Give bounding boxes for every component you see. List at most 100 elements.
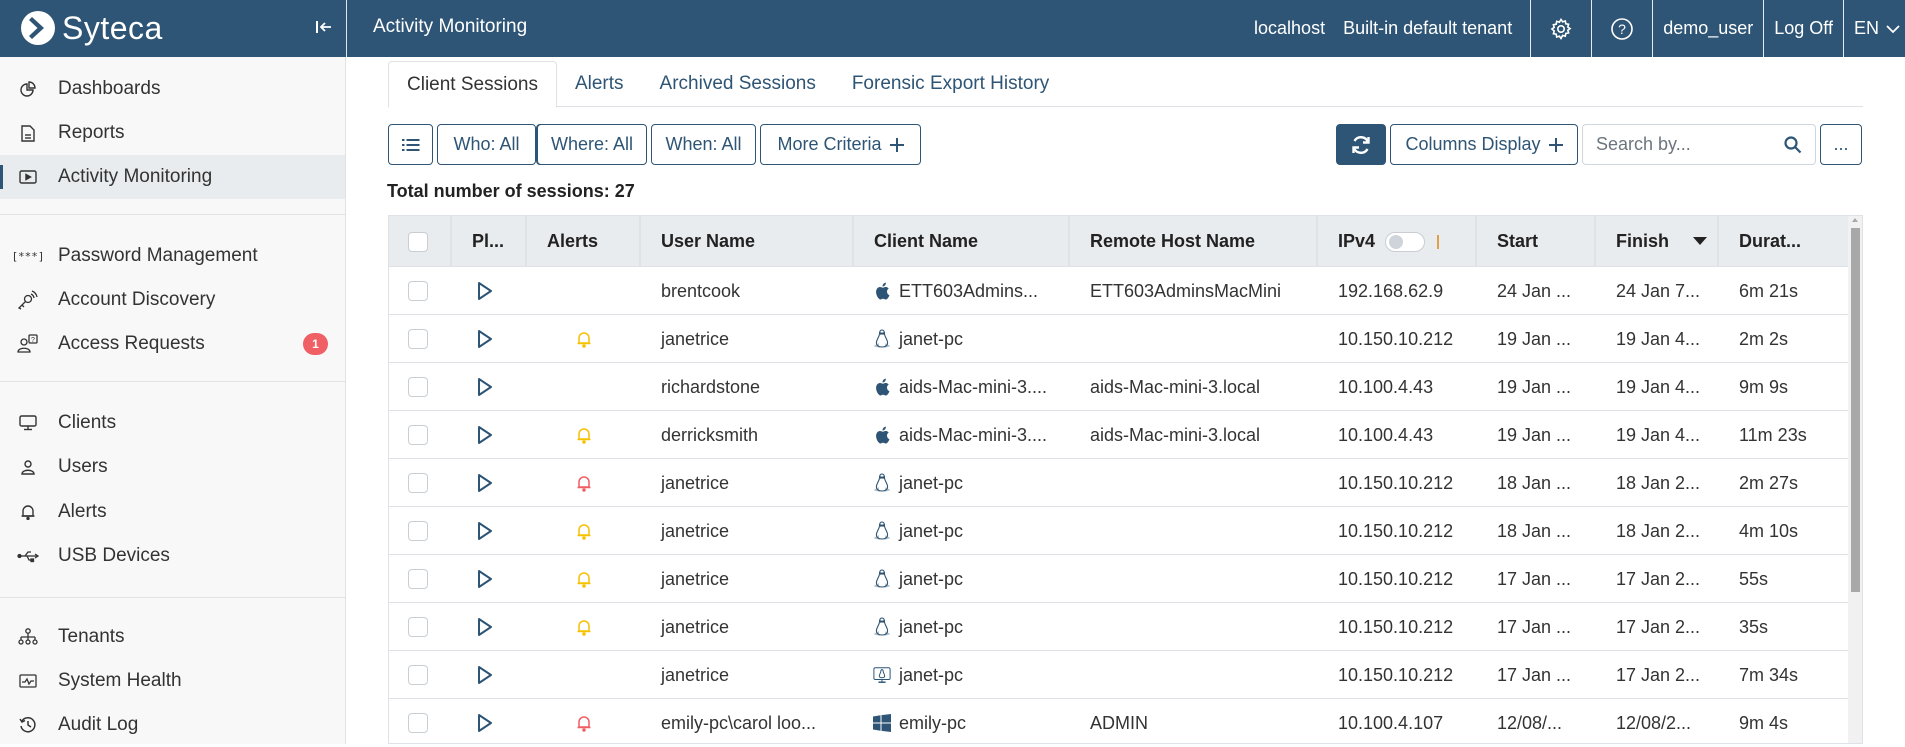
sidebar-item-users[interactable]: Users bbox=[0, 445, 345, 489]
user-name-cell[interactable]: janetrice bbox=[641, 555, 854, 603]
row-checkbox[interactable] bbox=[408, 473, 428, 493]
search-input[interactable] bbox=[1596, 134, 1776, 155]
user-name-cell[interactable]: janetrice bbox=[641, 507, 854, 555]
row-checkbox[interactable] bbox=[408, 377, 428, 397]
client-name-cell[interactable]: janet-pc bbox=[854, 603, 1070, 651]
when-filter-button[interactable]: When: All bbox=[651, 124, 756, 165]
sidebar-item-account-discovery[interactable]: Account Discovery bbox=[0, 278, 345, 322]
alert-bell-icon[interactable] bbox=[576, 715, 592, 732]
column-resize-handle[interactable] bbox=[1437, 234, 1440, 249]
column-header-start[interactable]: Start bbox=[1477, 216, 1596, 267]
search-icon[interactable] bbox=[1783, 135, 1803, 155]
select-all-checkbox[interactable] bbox=[408, 231, 428, 252]
table-row[interactable]: janetrice janet-pc 10.150.10.212 17 Jan ...… bbox=[389, 603, 1848, 651]
row-checkbox[interactable] bbox=[408, 665, 428, 685]
play-icon[interactable] bbox=[477, 617, 493, 637]
table-row[interactable]: richardstone aids-Mac-mini-3.... aids-Mac-… bbox=[389, 363, 1848, 411]
tenant-name[interactable]: Built-in default tenant bbox=[1334, 18, 1530, 39]
table-row[interactable]: janetrice janet-pc 10.150.10.212 17 Jan ...… bbox=[389, 555, 1848, 603]
sidebar-item-dashboards[interactable]: Dashboards bbox=[0, 67, 345, 111]
filter-list-button[interactable] bbox=[388, 124, 433, 165]
alert-bell-icon[interactable] bbox=[576, 571, 592, 588]
client-name-cell[interactable]: janet-pc bbox=[854, 651, 1070, 699]
column-header-play[interactable]: Pl... bbox=[452, 216, 527, 267]
column-header-alerts[interactable]: Alerts bbox=[527, 216, 641, 267]
client-name-cell[interactable]: janet-pc bbox=[854, 507, 1070, 555]
alert-bell-icon[interactable] bbox=[576, 331, 592, 348]
sidebar-item-access-requests[interactable]: ? Access Requests 1 bbox=[0, 322, 345, 366]
sidebar-item-reports[interactable]: Reports bbox=[0, 111, 345, 155]
more-options-button[interactable]: ... bbox=[1820, 124, 1862, 165]
user-name-cell[interactable]: emily-pc\carol loo... bbox=[641, 699, 854, 743]
user-name-cell[interactable]: janetrice bbox=[641, 603, 854, 651]
table-row[interactable]: janetrice janet-pc 10.150.10.212 18 Jan ...… bbox=[389, 507, 1848, 555]
row-checkbox[interactable] bbox=[408, 281, 428, 301]
sidebar-item-audit-log[interactable]: Audit Log bbox=[0, 703, 345, 747]
play-icon[interactable] bbox=[477, 377, 493, 397]
column-header-ipv4[interactable]: IPv4 bbox=[1318, 216, 1477, 267]
columns-display-button[interactable]: Columns Display bbox=[1390, 124, 1578, 165]
language-select[interactable]: EN bbox=[1844, 0, 1905, 57]
client-name-cell[interactable]: aids-Mac-mini-3.... bbox=[854, 363, 1070, 411]
client-name-cell[interactable]: janet-pc bbox=[854, 459, 1070, 507]
user-name-cell[interactable]: janetrice bbox=[641, 651, 854, 699]
client-name-cell[interactable]: aids-Mac-mini-3.... bbox=[854, 411, 1070, 459]
server-name[interactable]: localhost bbox=[1245, 18, 1334, 39]
sidebar-item-system-health[interactable]: System Health bbox=[0, 659, 345, 703]
sidebar-item-password-management[interactable]: [***] Password Management bbox=[0, 234, 345, 278]
table-row[interactable]: brentcook ETT603Admins... ETT603AdminsMacM… bbox=[389, 267, 1848, 315]
column-header-client-name[interactable]: Client Name bbox=[854, 216, 1070, 267]
column-header-duration[interactable]: Durat... bbox=[1719, 216, 1848, 267]
tab-forensic-export-history[interactable]: Forensic Export History bbox=[834, 61, 1067, 107]
user-name-cell[interactable]: richardstone bbox=[641, 363, 854, 411]
play-icon[interactable] bbox=[477, 281, 493, 301]
user-name-cell[interactable]: janetrice bbox=[641, 459, 854, 507]
ipv4-toggle[interactable] bbox=[1385, 231, 1426, 252]
sidebar-item-tenants[interactable]: Tenants bbox=[0, 615, 345, 659]
row-checkbox[interactable] bbox=[408, 425, 428, 445]
client-name-cell[interactable]: emily-pc bbox=[854, 699, 1070, 743]
alert-bell-icon[interactable] bbox=[576, 523, 592, 540]
play-icon[interactable] bbox=[477, 521, 493, 541]
scroll-up-arrow[interactable] bbox=[1852, 218, 1858, 222]
table-row[interactable]: janetrice janet-pc 10.150.10.212 18 Jan ...… bbox=[389, 459, 1848, 507]
alert-bell-icon[interactable] bbox=[576, 475, 592, 492]
where-filter-button[interactable]: Where: All bbox=[537, 124, 647, 165]
scrollbar-thumb[interactable] bbox=[1851, 228, 1860, 592]
column-header-remote-host[interactable]: Remote Host Name bbox=[1070, 216, 1318, 267]
logo[interactable]: Syteca bbox=[20, 8, 163, 48]
row-checkbox[interactable] bbox=[408, 569, 428, 589]
logoff-button[interactable]: Log Off bbox=[1764, 0, 1843, 57]
play-icon[interactable] bbox=[477, 473, 493, 493]
play-icon[interactable] bbox=[477, 665, 493, 685]
alert-bell-icon[interactable] bbox=[576, 619, 592, 636]
sidebar-item-usb-devices[interactable]: USB Devices bbox=[0, 534, 345, 578]
column-header-finish[interactable]: Finish bbox=[1596, 216, 1719, 267]
client-name-cell[interactable]: janet-pc bbox=[854, 555, 1070, 603]
vertical-scrollbar[interactable] bbox=[1848, 216, 1862, 743]
client-name-cell[interactable]: ETT603Admins... bbox=[854, 267, 1070, 315]
refresh-button[interactable] bbox=[1336, 124, 1386, 165]
user-menu[interactable]: demo_user bbox=[1653, 0, 1763, 57]
user-name-cell[interactable]: derricksmith bbox=[641, 411, 854, 459]
play-icon[interactable] bbox=[477, 425, 493, 445]
table-row[interactable]: janetrice janet-pc 10.150.10.212 17 Jan ...… bbox=[389, 651, 1848, 699]
tab-client-sessions[interactable]: Client Sessions bbox=[388, 61, 557, 108]
sidebar-item-alerts[interactable]: Alerts bbox=[0, 490, 345, 534]
row-checkbox[interactable] bbox=[408, 521, 428, 541]
row-checkbox[interactable] bbox=[408, 713, 428, 733]
sidebar-item-activity-monitoring[interactable]: Activity Monitoring bbox=[0, 155, 345, 199]
table-row[interactable]: emily-pc\carol loo... emily-pc ADMIN 10.100… bbox=[389, 699, 1848, 743]
settings-button[interactable] bbox=[1531, 0, 1591, 57]
user-name-cell[interactable]: janetrice bbox=[641, 315, 854, 363]
sidebar-item-clients[interactable]: Clients bbox=[0, 401, 345, 445]
table-row[interactable]: derricksmith aids-Mac-mini-3.... aids-Mac-… bbox=[389, 411, 1848, 459]
row-checkbox[interactable] bbox=[408, 329, 428, 349]
help-button[interactable]: ? bbox=[1592, 0, 1652, 57]
client-name-cell[interactable]: janet-pc bbox=[854, 315, 1070, 363]
play-icon[interactable] bbox=[477, 569, 493, 589]
more-criteria-button[interactable]: More Criteria bbox=[760, 124, 921, 165]
user-name-cell[interactable]: brentcook bbox=[641, 267, 854, 315]
column-header-user-name[interactable]: User Name bbox=[641, 216, 854, 267]
alert-bell-icon[interactable] bbox=[576, 427, 592, 444]
